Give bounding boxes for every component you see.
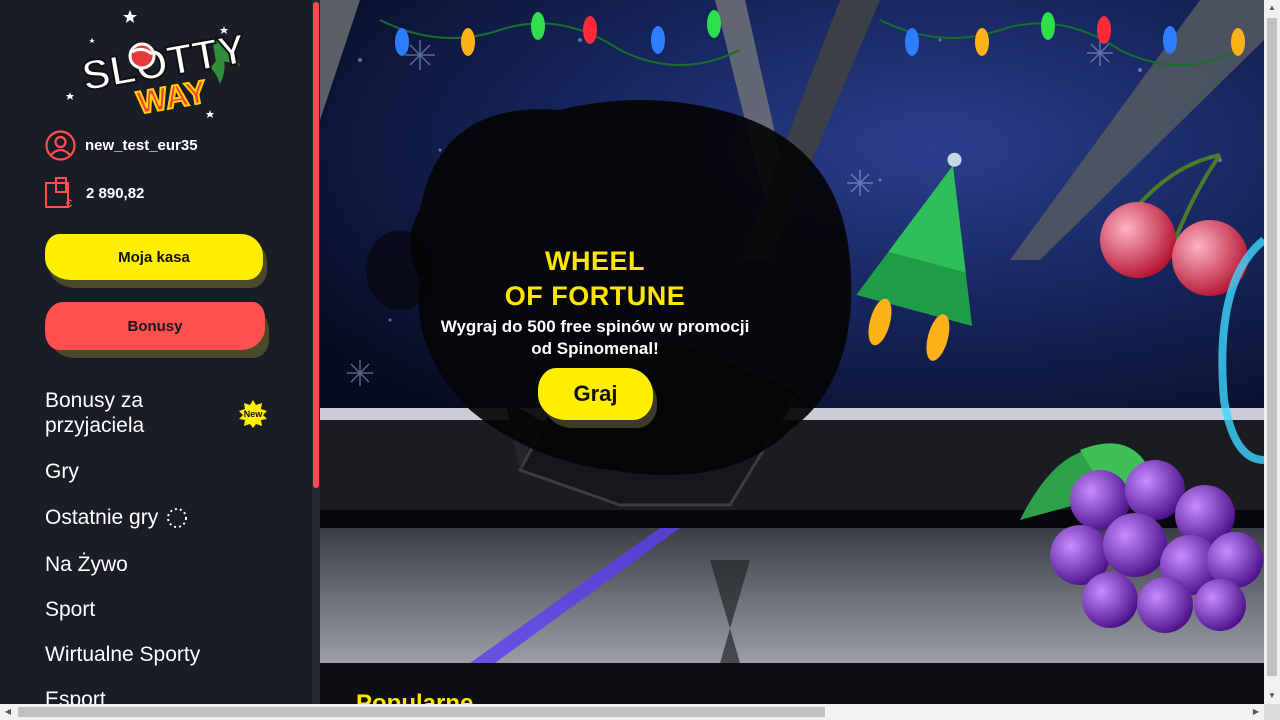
loading-spinner-icon [167, 507, 188, 528]
promo-subtitle-line2: od Spinomenal! [531, 339, 659, 358]
section-title-popular: Popularne [356, 690, 474, 704]
new-badge-label: New [243, 409, 263, 419]
logo-graphic: SLOTTY WAY [66, 10, 251, 122]
main-content: WHEEL OF FORTUNE Wygraj do 500 free spin… [320, 0, 1264, 704]
bonuses-button-label: Bonusy [45, 302, 265, 350]
scroll-left-arrow-icon[interactable]: ◀ [0, 704, 16, 720]
scroll-right-arrow-icon[interactable]: ▶ [1248, 704, 1264, 720]
nav-item-label: Na Żywo [45, 553, 128, 576]
sidebar: SLOTTY WAY new_test_eur35 € 2 890,82 Moj… [0, 0, 312, 704]
bonuses-button[interactable]: Bonusy [45, 302, 269, 358]
nav-item-virtual-sports[interactable]: Wirtualne Sporty [45, 642, 200, 667]
user-account[interactable]: new_test_eur35 [45, 129, 198, 161]
new-badge: New [239, 400, 267, 428]
nav-item-label: Gry [45, 460, 79, 483]
svg-text:€: € [66, 198, 72, 209]
vertical-scrollbar-thumb[interactable] [1267, 18, 1277, 676]
balance[interactable]: € 2 890,82 [45, 176, 144, 210]
nav-item-label: Esport [45, 688, 106, 704]
balance-amount: 2 890,82 [86, 184, 145, 202]
horizontal-scrollbar-thumb[interactable] [18, 707, 825, 717]
nav-item-label: Sport [45, 598, 96, 621]
scroll-up-arrow-icon[interactable]: ▲ [1264, 0, 1280, 16]
nav-item-sport[interactable]: Sport [45, 597, 95, 622]
page-horizontal-scrollbar[interactable]: ◀ ▶ [0, 704, 1280, 720]
sidebar-scrollbar-thumb[interactable] [313, 2, 319, 488]
user-circle-icon [45, 129, 76, 161]
promo-title-line2: OF FORTUNE [504, 281, 686, 311]
promo-title: WHEEL [545, 246, 645, 276]
nav-item-refer-friend[interactable]: Bonusy za przyjaciela [45, 388, 225, 438]
slottyway-logo[interactable]: SLOTTY WAY [62, 8, 252, 122]
page-vertical-scrollbar[interactable]: ▲ ▼ [1264, 0, 1280, 704]
nav-item-games[interactable]: Gry [45, 459, 79, 484]
cashier-button-label: Moja kasa [45, 234, 263, 280]
nav-item-recent-games[interactable]: Ostatnie gry [45, 505, 188, 530]
sidebar-scrollbar[interactable] [312, 0, 320, 704]
promo-subtitle: Wygraj do 500 free spinów w promocji [440, 317, 750, 336]
promo-text: WHEEL OF FORTUNE Wygraj do 500 free spin… [420, 244, 770, 360]
nav-item-label: Ostatnie gry [45, 506, 159, 529]
wallet-euro-icon: € [45, 177, 72, 209]
play-button[interactable]: Graj [538, 368, 657, 428]
scrollbar-corner [1264, 704, 1280, 720]
nav-item-live[interactable]: Na Żywo [45, 552, 128, 577]
scroll-down-arrow-icon[interactable]: ▼ [1264, 688, 1280, 704]
nav-item-esport[interactable]: Esport [45, 687, 106, 704]
nav-item-label: Wirtualne Sporty [45, 643, 201, 666]
play-button-label: Graj [538, 368, 653, 420]
nav-item-label: Bonusy za przyjaciela [45, 389, 145, 437]
promo-banner[interactable]: WHEEL OF FORTUNE Wygraj do 500 free spin… [320, 0, 1264, 663]
cashier-button[interactable]: Moja kasa [45, 234, 267, 288]
username: new_test_eur35 [85, 136, 198, 154]
